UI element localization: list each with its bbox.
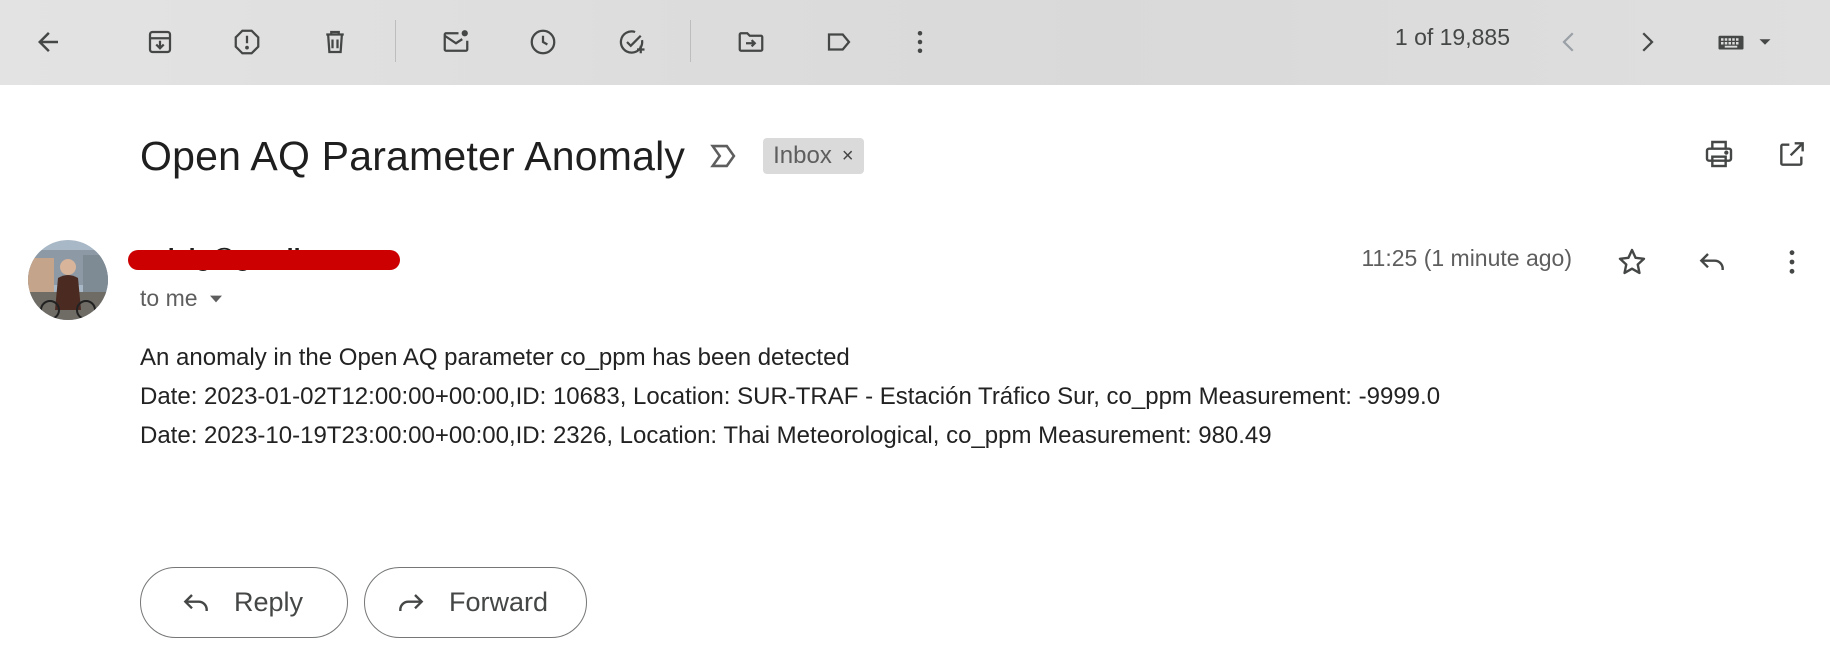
avatar-photo xyxy=(28,240,108,320)
report-spam-button[interactable] xyxy=(219,14,275,70)
body-line: Date: 2023-10-19T23:00:00+00:00,ID: 2326… xyxy=(140,422,1272,449)
add-to-tasks-button[interactable] xyxy=(604,14,660,70)
body-line: Date: 2023-01-02T12:00:00+00:00,ID: 1068… xyxy=(140,383,1441,410)
importance-marker-icon[interactable] xyxy=(707,139,741,173)
open-in-new-window-button[interactable] xyxy=(1770,132,1814,176)
remove-label-button[interactable]: × xyxy=(842,145,854,168)
body-line: An anomaly in the Open AQ parameter co_p… xyxy=(140,344,850,371)
label-icon xyxy=(827,33,851,51)
chevron-left-icon xyxy=(1562,32,1574,52)
subject-row: Open AQ Parameter Anomaly Inbox × xyxy=(140,128,864,184)
toolbar-divider xyxy=(395,20,396,62)
forward-label: Forward xyxy=(449,587,549,617)
task-add-icon xyxy=(619,30,645,54)
reply-icon-button[interactable] xyxy=(1688,238,1736,286)
recipient-details-toggle[interactable]: to me xyxy=(140,285,224,312)
move-to-button[interactable] xyxy=(723,14,779,70)
message-timestamp: 11:25 (1 minute ago) xyxy=(1361,245,1572,271)
label-chip-inbox[interactable]: Inbox × xyxy=(763,138,864,174)
more-button[interactable] xyxy=(892,14,948,70)
mail-unread-icon xyxy=(443,30,469,52)
arrow-left-icon xyxy=(38,32,58,52)
print-button[interactable] xyxy=(1697,132,1741,176)
snooze-button[interactable] xyxy=(515,14,571,70)
star-icon xyxy=(1618,248,1646,275)
archive-button[interactable] xyxy=(132,14,188,70)
reply-icon xyxy=(183,593,208,611)
toolbar: 1 of 19,885 xyxy=(0,0,1830,85)
reply-icon xyxy=(1699,253,1724,270)
folder-move-icon xyxy=(738,32,764,52)
message-body: An anomaly in the Open AQ parameter co_p… xyxy=(140,338,1440,455)
input-tools-button[interactable] xyxy=(1700,14,1790,70)
open-in-new-icon xyxy=(1780,142,1804,166)
newer-button[interactable] xyxy=(1541,14,1597,70)
archive-icon xyxy=(148,30,172,54)
forward-button[interactable]: Forward xyxy=(364,567,587,638)
labels-button[interactable] xyxy=(811,14,867,70)
star-button[interactable] xyxy=(1608,238,1656,286)
sender-avatar[interactable] xyxy=(28,240,108,320)
email-subject: Open AQ Parameter Anomaly xyxy=(140,132,686,179)
mark-unread-button[interactable] xyxy=(428,14,484,70)
pager-count: 1 of 19,885 xyxy=(1394,24,1510,50)
older-button[interactable] xyxy=(1619,14,1675,70)
keyboard-icon xyxy=(1718,35,1744,50)
reply-button[interactable]: Reply xyxy=(140,567,348,638)
more-vert-icon xyxy=(1789,250,1795,274)
caret-down-icon xyxy=(1759,39,1771,45)
message-more-button[interactable] xyxy=(1768,238,1816,286)
recipient-label: to me xyxy=(140,285,198,311)
label-chip-text: Inbox xyxy=(773,142,832,169)
print-icon xyxy=(1705,140,1733,168)
back-button[interactable] xyxy=(20,14,76,70)
toolbar-divider xyxy=(690,20,691,62)
report-icon xyxy=(234,29,260,55)
chevron-right-icon xyxy=(1642,32,1654,52)
redaction-mark xyxy=(128,250,400,270)
delete-button[interactable] xyxy=(307,14,363,70)
caret-down-icon xyxy=(209,295,222,302)
more-vert-icon xyxy=(917,31,923,53)
clock-icon xyxy=(530,29,556,55)
trash-icon xyxy=(326,30,344,54)
forward-icon xyxy=(399,593,424,611)
reply-label: Reply xyxy=(234,587,304,617)
